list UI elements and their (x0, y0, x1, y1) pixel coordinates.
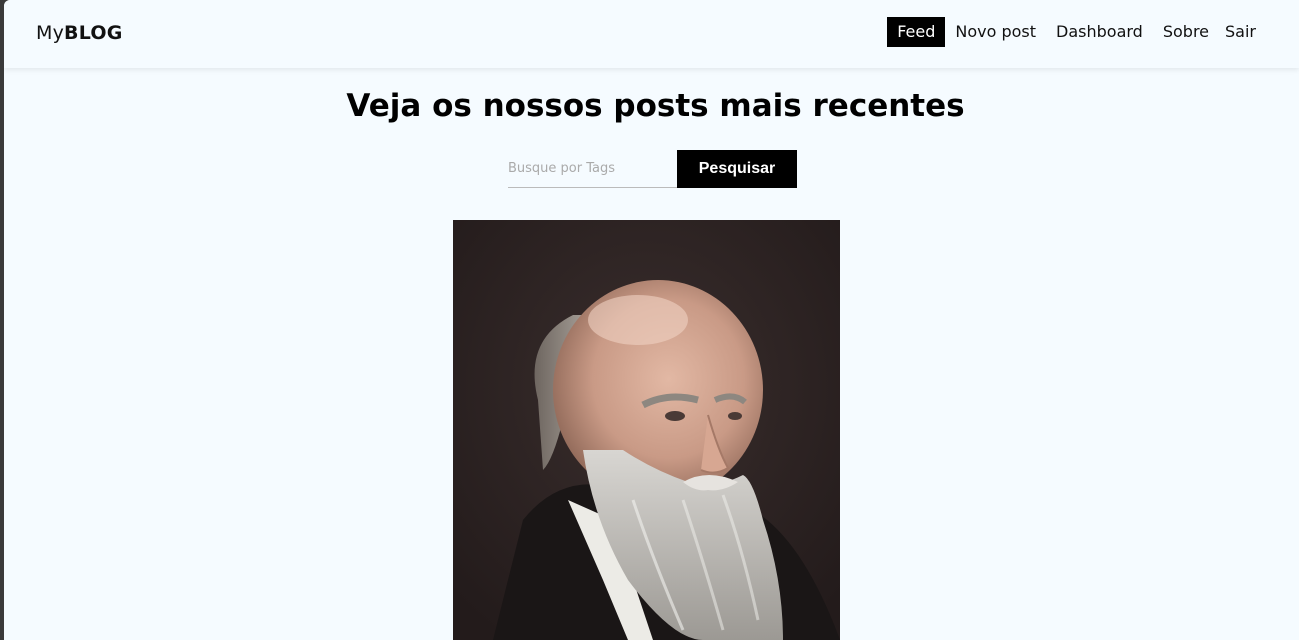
nav-item-feed[interactable]: Feed (887, 17, 946, 47)
brand-bold: BLOG (64, 22, 123, 44)
navbar: MyBLOG Feed Novo post Dashboard Sobre Sa… (4, 0, 1299, 68)
nav-item-sair[interactable]: Sair (1219, 17, 1256, 47)
nav-item-novo-post[interactable]: Novo post (945, 17, 1046, 47)
search-input[interactable] (508, 150, 677, 188)
page-title: Veja os nossos posts mais recentes (346, 88, 965, 124)
search-button[interactable]: Pesquisar (677, 150, 797, 188)
nav-item-sobre[interactable]: Sobre (1153, 17, 1219, 47)
page: MyBLOG Feed Novo post Dashboard Sobre Sa… (4, 0, 1299, 640)
post-image (453, 220, 840, 640)
search-form: Pesquisar (508, 150, 797, 188)
brand-logo[interactable]: MyBLOG (36, 22, 123, 44)
nav-links: Feed Novo post Dashboard Sobre Sair (887, 17, 1256, 47)
nav-item-dashboard[interactable]: Dashboard (1046, 17, 1153, 47)
portrait-image (453, 220, 840, 640)
brand-prefix: My (36, 22, 65, 44)
